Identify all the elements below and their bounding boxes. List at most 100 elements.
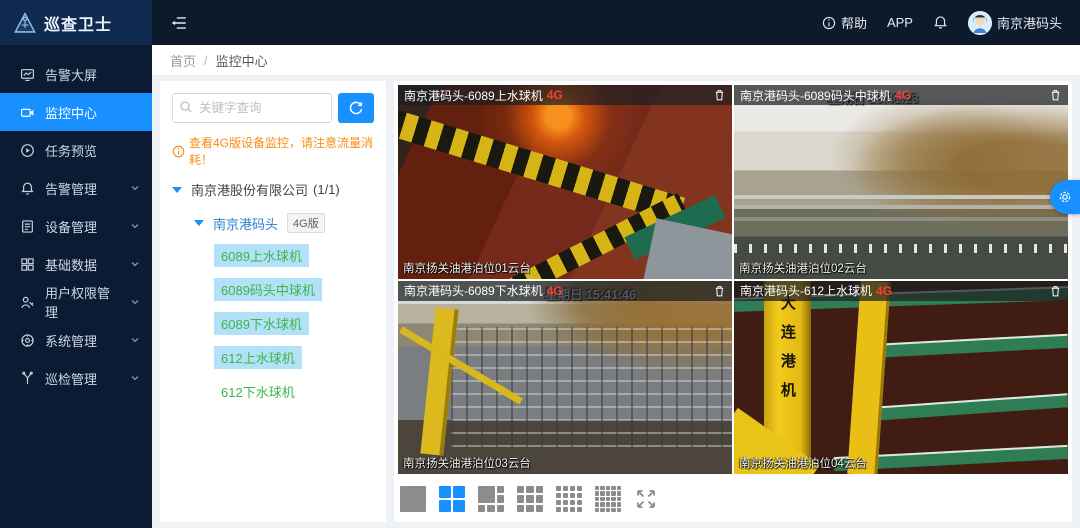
video-wall-panel: 南京港码头-6089上水球机 4G 南京扬关油港泊位01云台 星期日 15:41…: [394, 81, 1072, 522]
traffic-notice: 查看4G版设备监控，请注意流量消耗！: [172, 134, 374, 168]
data-grid-icon: [20, 257, 35, 272]
chevron-down-icon: [130, 335, 140, 345]
search-input[interactable]: [172, 93, 332, 123]
sidebar-item-user-permission[interactable]: 用户权限管理: [0, 283, 152, 321]
sidebar-collapse-icon[interactable]: [170, 14, 188, 32]
close-video-trash-icon[interactable]: [1049, 88, 1062, 102]
video-title-bar: 南京港码头-6089码头中球机 4G: [734, 85, 1068, 105]
video-art: [874, 394, 1068, 421]
layout-4-icon[interactable]: [439, 486, 465, 512]
alarm-screen-icon: [20, 67, 35, 82]
device-icon: [20, 219, 35, 234]
video-title-bar: 南京港码头-6089下水球机 4G: [398, 281, 732, 301]
video-tile-6089-lower[interactable]: 星期日 15:41:46 南京港码头-6089下水球机 4G 南京扬关油港泊位0…: [398, 281, 732, 475]
notification-bell-button[interactable]: [933, 15, 948, 30]
sidebar-item-device-management[interactable]: 设备管理: [0, 207, 152, 245]
sidebar-item-task-preview[interactable]: 任务预览: [0, 131, 152, 169]
camera-label[interactable]: 6089码头中球机: [214, 278, 322, 301]
camera-label[interactable]: 6089下水球机: [214, 312, 309, 335]
patrol-icon: [20, 371, 35, 386]
content-area: 查看4G版设备监控，请注意流量消耗！ 南京港股份有限公司 (1/1) 南京港码头…: [152, 75, 1080, 528]
video-4g-tag: 4G: [547, 284, 563, 298]
video-tile-6089-middle[interactable]: 星期日 15:41:23 南京港码头-6089码头中球机 4G 南京扬关油港泊位…: [734, 85, 1068, 279]
avatar: [968, 11, 992, 35]
search-field-wrap: [172, 93, 332, 123]
system-gear-icon: [20, 333, 35, 348]
device-tree-panel: 查看4G版设备监控，请注意流量消耗！ 南京港股份有限公司 (1/1) 南京港码头…: [160, 81, 386, 522]
layout-toolbar: [398, 474, 1068, 518]
device-tree: 南京港股份有限公司 (1/1) 南京港码头 4G版 6089上水球机 6089码…: [172, 180, 374, 403]
video-art: [734, 244, 1068, 253]
monitor-center-icon: [20, 105, 35, 120]
video-frame: [398, 85, 732, 279]
close-video-trash-icon[interactable]: [1049, 284, 1062, 298]
tree-expander-icon[interactable]: [172, 187, 182, 193]
video-title-bar: 南京港码头-612上水球机 4G: [734, 281, 1068, 301]
sidebar-item-patrol-management[interactable]: 巡检管理: [0, 359, 152, 397]
video-tile-6089-upper[interactable]: 南京港码头-6089上水球机 4G 南京扬关油港泊位01云台: [398, 85, 732, 279]
video-title-bar: 南京港码头-6089上水球机 4G: [398, 85, 732, 105]
bell-icon: [933, 15, 948, 30]
camera-label[interactable]: 612下水球机: [214, 380, 302, 403]
close-video-trash-icon[interactable]: [713, 284, 726, 298]
sidebar-item-alarm-screen[interactable]: 告警大屏: [0, 55, 152, 93]
close-video-trash-icon[interactable]: [713, 88, 726, 102]
sidebar-item-label: 任务预览: [45, 141, 97, 160]
video-art: [398, 105, 686, 224]
layout-1-icon[interactable]: [400, 486, 426, 512]
company-count: (1/1): [313, 182, 340, 197]
video-title: 南京港码头-6089上水球机: [404, 87, 543, 104]
search-row: [172, 93, 374, 123]
camera-label[interactable]: 612上水球机: [214, 346, 302, 369]
breadcrumb-home[interactable]: 首页: [170, 51, 196, 70]
app-label: APP: [887, 15, 913, 30]
sidebar-item-label: 告警大屏: [45, 65, 97, 84]
video-4g-tag: 4G: [895, 88, 911, 102]
chevron-down-icon: [130, 373, 140, 383]
fullscreen-icon[interactable]: [634, 487, 658, 511]
notice-text: 查看4G版设备监控，请注意流量消耗！: [189, 134, 374, 168]
camera-osd-caption: 南京扬关油港泊位01云台: [403, 260, 531, 276]
camera-label[interactable]: 6089上水球机: [214, 244, 309, 267]
company-label[interactable]: 南京港股份有限公司: [191, 180, 308, 199]
camera-osd-caption: 南京扬关油港泊位04云台: [739, 455, 867, 471]
sidebar-item-label: 监控中心: [45, 103, 97, 122]
app-link[interactable]: APP: [887, 15, 913, 30]
sidebar-item-label: 告警管理: [45, 179, 97, 198]
sidebar-item-monitor-center[interactable]: 监控中心: [0, 93, 152, 131]
site-label[interactable]: 南京港码头: [213, 214, 278, 233]
layout-9-icon[interactable]: [517, 486, 543, 512]
tree-node-company: 南京港股份有限公司 (1/1): [172, 180, 374, 199]
video-art: [867, 333, 1068, 357]
task-preview-icon: [20, 143, 35, 158]
settings-gear-tab[interactable]: [1050, 180, 1080, 214]
tree-expander-icon[interactable]: [194, 220, 204, 226]
chevron-down-icon: [130, 221, 140, 231]
sidebar-item-label: 巡检管理: [45, 369, 97, 388]
video-4g-tag: 4G: [547, 88, 563, 102]
layout-6-icon[interactable]: [478, 486, 504, 512]
help-button[interactable]: 帮助: [822, 13, 867, 32]
refresh-button[interactable]: [338, 93, 374, 123]
sidebar-item-alarm-management[interactable]: 告警管理: [0, 169, 152, 207]
video-frame: [734, 85, 1068, 279]
site-4g-badge: 4G版: [287, 213, 325, 233]
sidebar-item-system-management[interactable]: 系统管理: [0, 321, 152, 359]
tree-node-site: 南京港码头 4G版: [194, 213, 374, 233]
video-tile-612-upper[interactable]: 大连港机 南京港码头-612上水球机 4G 南京扬关油港泊位04云台: [734, 281, 1068, 475]
help-info-icon: [822, 16, 836, 30]
layout-25-icon[interactable]: [595, 486, 621, 512]
chevron-down-icon: [130, 297, 140, 307]
layout-16-icon[interactable]: [556, 486, 582, 512]
chevron-down-icon: [130, 259, 140, 269]
chevron-down-icon: [130, 183, 140, 193]
sidebar-item-label: 基础数据: [45, 255, 97, 274]
breadcrumb: 首页 / 监控中心: [152, 45, 1080, 75]
sidebar-item-basic-data[interactable]: 基础数据: [0, 245, 152, 283]
breadcrumb-separator: /: [204, 53, 208, 68]
breadcrumb-current: 监控中心: [216, 51, 268, 70]
user-menu[interactable]: 南京港码头: [968, 11, 1062, 35]
help-label: 帮助: [841, 13, 867, 32]
user-permission-icon: [20, 295, 35, 310]
camera-item: 6089上水球机: [214, 244, 374, 267]
